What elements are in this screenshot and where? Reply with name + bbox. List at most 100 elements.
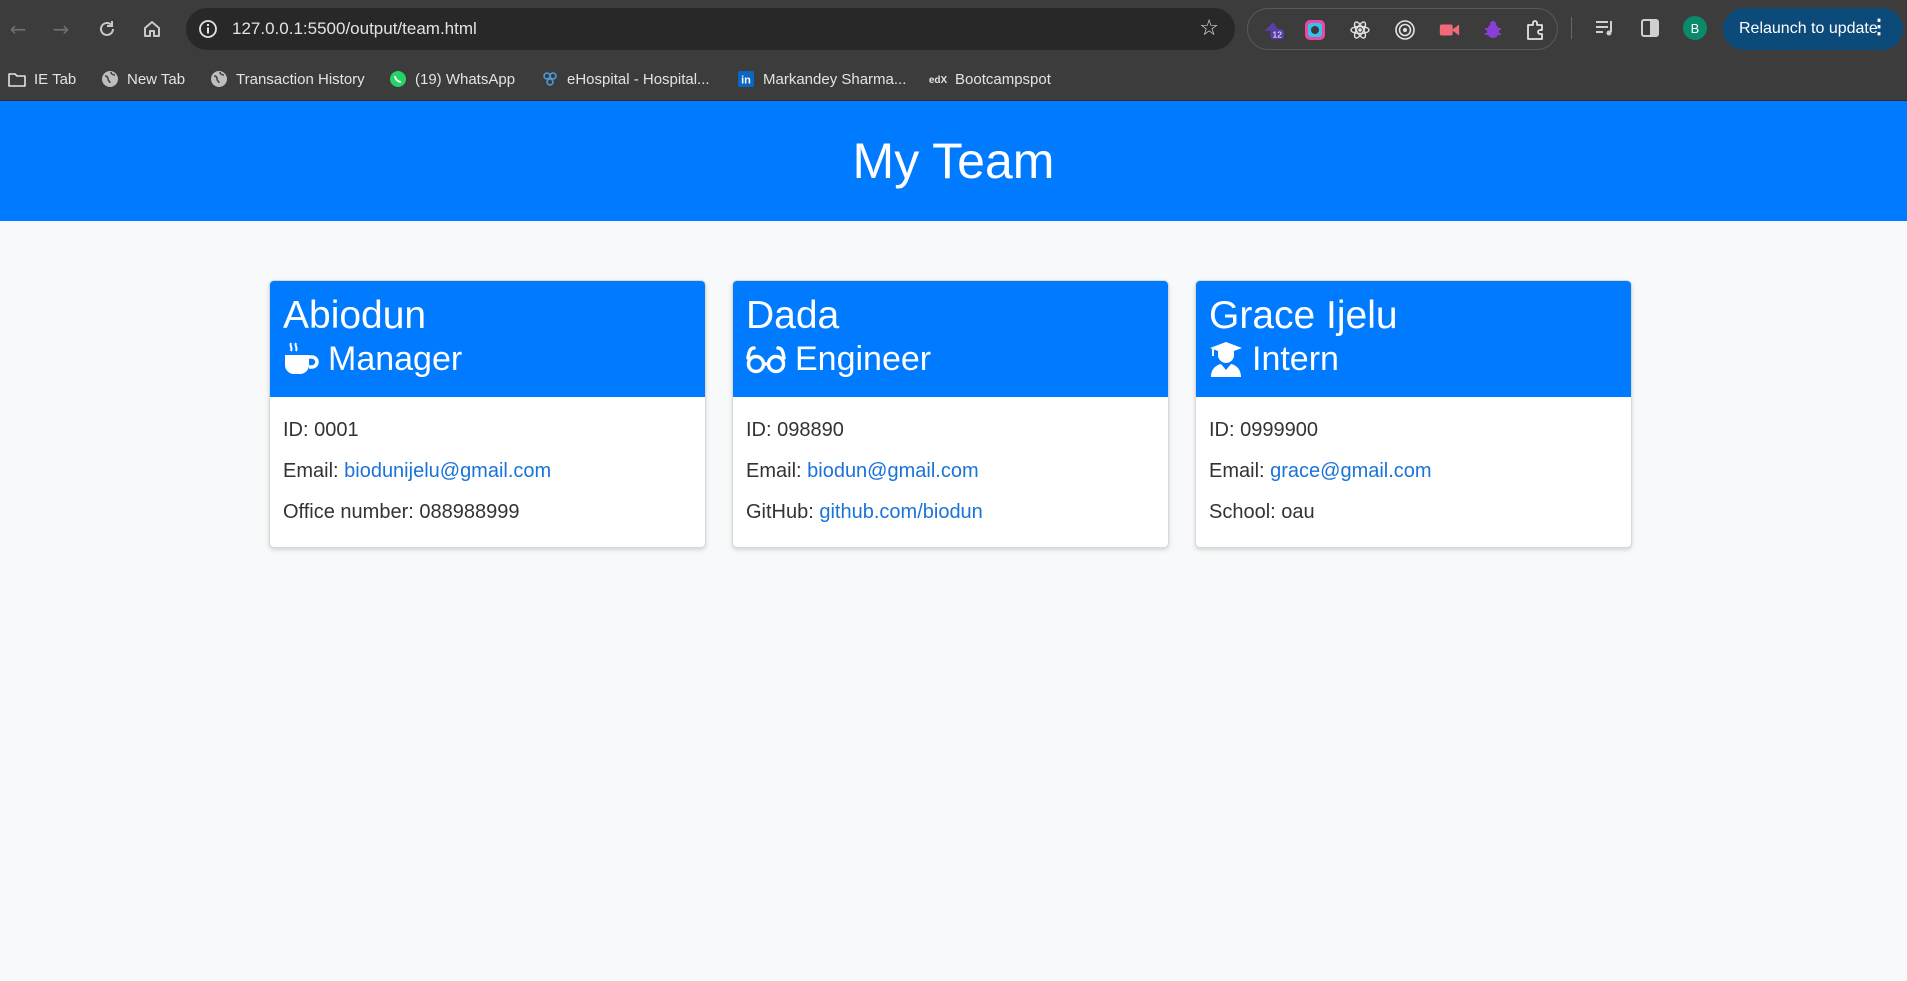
- bookmark-label: eHospital - Hospital...: [567, 70, 710, 88]
- extension-wizard-icon[interactable]: 12: [1262, 19, 1284, 41]
- bookmark-label: New Tab: [127, 70, 186, 88]
- bookmark-label: Transaction History: [236, 70, 365, 88]
- card-body: ID: 0999900 Email: grace@gmail.com Schoo…: [1196, 397, 1631, 547]
- email-label: Email:: [283, 460, 345, 482]
- id-value: 098890: [777, 419, 844, 441]
- email-label: Email:: [1209, 460, 1271, 482]
- github-profile: GitHub: github.com/biodun: [746, 501, 1155, 542]
- browser-toolbar: ← → 127.0.0.1:5500/output/team.html ☆ 12: [0, 0, 1907, 58]
- school: School: oau: [1209, 501, 1618, 542]
- url-text[interactable]: 127.0.0.1:5500/output/team.html: [232, 19, 477, 39]
- edx-icon: edX: [929, 70, 947, 88]
- employee-card-manager: Abiodun Manager ID: 0001 Email: biodunij…: [269, 280, 706, 548]
- bookmarks-bar: IE Tab New Tab Transaction History (19) …: [0, 58, 1907, 101]
- browser-menu-icon[interactable]: ⋮: [1869, 17, 1889, 37]
- bookmark-transaction-history[interactable]: Transaction History: [210, 66, 365, 92]
- side-panel-icon[interactable]: [1636, 14, 1664, 42]
- page-header: My Team: [0, 101, 1907, 221]
- school-value: oau: [1281, 501, 1315, 523]
- team-cards: Abiodun Manager ID: 0001 Email: biodunij…: [269, 280, 1632, 548]
- linkedin-icon: in: [737, 70, 755, 88]
- extension-color-icon[interactable]: [1304, 19, 1326, 41]
- bookmark-label: (19) WhatsApp: [415, 70, 516, 88]
- employee-email: Email: biodun@gmail.com: [746, 460, 1155, 501]
- extension-badge: 12: [1273, 30, 1283, 40]
- reload-icon: [100, 21, 114, 36]
- email-link[interactable]: biodun@gmail.com: [807, 460, 979, 482]
- bookmark-ehospital[interactable]: eHospital - Hospital...: [541, 66, 710, 92]
- github-link[interactable]: github.com/biodun: [819, 501, 982, 523]
- relaunch-update-button[interactable]: Relaunch to update ⋮: [1723, 8, 1903, 50]
- site-info-button[interactable]: [194, 15, 222, 43]
- svg-text:edX: edX: [929, 75, 947, 85]
- extensions-area: 12: [1247, 8, 1558, 50]
- id-value: 0999900: [1240, 419, 1318, 441]
- employee-id: ID: 098890: [746, 419, 1155, 460]
- id-label: ID:: [283, 419, 315, 441]
- id-value: 0001: [314, 419, 359, 441]
- bookmark-bootcampspot[interactable]: edX Bootcampspot: [929, 66, 1051, 92]
- ehospital-icon: [541, 70, 559, 88]
- graduate-icon: [1210, 342, 1242, 377]
- card-header: Dada Engineer: [733, 281, 1168, 397]
- office-number: Office number: 088988999: [283, 501, 692, 542]
- extension-bug-icon[interactable]: [1482, 19, 1504, 41]
- office-number-value: 088988999: [419, 501, 520, 523]
- media-controls-icon[interactable]: [1591, 14, 1619, 42]
- role-label: Engineer: [795, 340, 932, 378]
- relaunch-label: Relaunch to update: [1739, 20, 1878, 37]
- profile-avatar[interactable]: B: [1683, 16, 1707, 40]
- school-label: School:: [1209, 501, 1282, 523]
- employee-card-intern: Grace Ijelu Intern ID: 0999900 Email: gr…: [1195, 280, 1632, 548]
- employee-role: Manager: [283, 339, 692, 379]
- employee-name: Dada: [746, 294, 840, 337]
- info-icon: [199, 20, 217, 38]
- svg-text:in: in: [741, 75, 751, 87]
- email-label: Email:: [746, 460, 808, 482]
- bookmark-label: IE Tab: [34, 70, 77, 88]
- whatsapp-icon: [389, 70, 407, 88]
- page-title: My Team: [852, 133, 1055, 189]
- email-link[interactable]: biodunijelu@gmail.com: [344, 460, 551, 482]
- address-bar[interactable]: 127.0.0.1:5500/output/team.html ☆: [186, 8, 1235, 50]
- forward-button[interactable]: →: [45, 13, 77, 45]
- bookmark-star-icon[interactable]: ☆: [1199, 16, 1219, 41]
- employee-id: ID: 0999900: [1209, 419, 1618, 460]
- bookmark-ie-tab[interactable]: IE Tab: [8, 66, 76, 92]
- id-label: ID:: [746, 419, 778, 441]
- employee-email: Email: grace@gmail.com: [1209, 460, 1618, 501]
- bookmark-new-tab[interactable]: New Tab: [101, 66, 185, 92]
- glasses-icon: [746, 346, 786, 374]
- folder-icon: [8, 70, 26, 88]
- employee-card-engineer: Dada Engineer ID: 098890 Email: biodun@g…: [732, 280, 1169, 548]
- toolbar-separator: [1571, 17, 1572, 39]
- role-label: Manager: [328, 340, 463, 378]
- employee-role: Engineer: [746, 339, 1155, 379]
- id-label: ID:: [1209, 419, 1241, 441]
- email-link[interactable]: grace@gmail.com: [1270, 460, 1431, 482]
- extension-target-icon[interactable]: [1394, 19, 1416, 41]
- employee-role: Intern: [1209, 339, 1618, 379]
- reload-button[interactable]: [91, 13, 123, 45]
- back-button[interactable]: ←: [2, 13, 34, 45]
- bookmark-whatsapp[interactable]: (19) WhatsApp: [389, 66, 515, 92]
- extension-video-icon[interactable]: [1438, 19, 1460, 41]
- bookmark-linkedin[interactable]: in Markandey Sharma...: [737, 66, 906, 92]
- home-icon: [144, 21, 160, 37]
- card-header: Abiodun Manager: [270, 281, 705, 397]
- bookmark-label: Markandey Sharma...: [763, 70, 907, 88]
- page-viewport: My Team Abiodun Manager ID: 0001 Email: …: [0, 101, 1907, 981]
- coffee-mug-icon: [285, 342, 319, 374]
- office-number-label: Office number:: [283, 501, 420, 523]
- role-label: Intern: [1252, 340, 1339, 378]
- employee-name: Grace Ijelu: [1209, 294, 1398, 337]
- extensions-puzzle-icon[interactable]: [1524, 19, 1546, 41]
- employee-id: ID: 0001: [283, 419, 692, 460]
- employee-name: Abiodun: [283, 294, 427, 337]
- bookmark-label: Bootcampspot: [955, 70, 1051, 88]
- extension-react-icon[interactable]: [1349, 19, 1371, 41]
- globe-icon: [210, 70, 228, 88]
- home-button[interactable]: [136, 13, 168, 45]
- card-header: Grace Ijelu Intern: [1196, 281, 1631, 397]
- card-body: ID: 0001 Email: biodunijelu@gmail.com Of…: [270, 397, 705, 547]
